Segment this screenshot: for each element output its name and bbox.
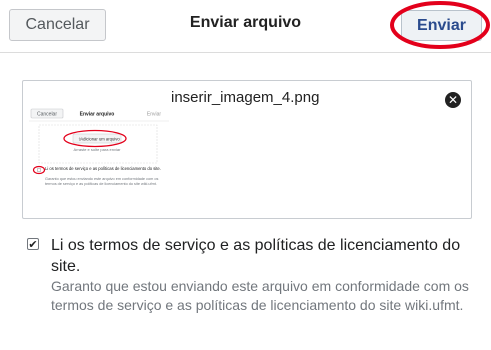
file-thumbnail: Cancelar Enviar arquivo Enviar ⇪ Adicion… <box>29 105 169 209</box>
thumb-send: Enviar <box>147 112 162 118</box>
terms-checkbox[interactable]: ✔ <box>27 238 39 250</box>
file-name: inserir_imagem_4.png <box>171 89 320 106</box>
close-circle-icon[interactable]: ✕ <box>445 92 461 108</box>
thumb-title: Enviar arquivo <box>80 112 115 118</box>
thumb-drop: Arraste e solte para enviar <box>74 147 122 152</box>
send-button[interactable]: Enviar <box>401 10 482 41</box>
header-divider <box>0 52 491 53</box>
file-card: inserir_imagem_4.png ✕ Cancelar Enviar a… <box>22 80 472 219</box>
terms-label[interactable]: Li os termos de serviço e as políticas d… <box>51 235 471 277</box>
thumbnail-image: Cancelar Enviar arquivo Enviar ⇪ Adicion… <box>29 105 169 209</box>
dialog-header: Cancelar Enviar arquivo Enviar <box>0 0 491 52</box>
terms-help: Garanto que estou enviando este arquivo … <box>51 278 469 313</box>
thumb-help: Garanto que estou enviando este arquivo … <box>45 177 159 186</box>
thumb-add: Adicionar um arquivo <box>80 137 120 142</box>
thumb-cancel: Cancelar <box>37 112 57 118</box>
thumb-terms: Li os termos de serviço e as políticas d… <box>45 166 161 171</box>
